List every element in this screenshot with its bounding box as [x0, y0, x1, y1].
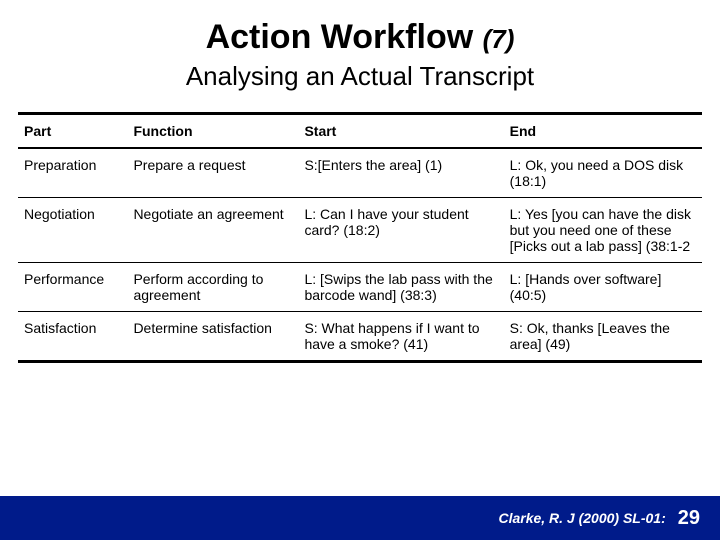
col-start: Start	[298, 115, 503, 148]
workflow-table: Part Function Start End Preparation Prep…	[18, 112, 702, 363]
table-row: Preparation Prepare a request S:[Enters …	[18, 148, 702, 198]
cell-func: Perform according to agreement	[127, 263, 298, 312]
cell-end: L: Yes [you can have the disk but you ne…	[504, 198, 702, 263]
title-number: (7)	[483, 24, 515, 54]
col-part: Part	[18, 115, 127, 148]
cell-part: Performance	[18, 263, 127, 312]
footer-citation: Clarke, R. J (2000) SL-01:	[498, 510, 665, 526]
cell-func: Negotiate an agreement	[127, 198, 298, 263]
cell-part: Satisfaction	[18, 312, 127, 361]
cell-start: L: [Swips the lab pass with the barcode …	[298, 263, 503, 312]
cell-start: L: Can I have your student card? (18:2)	[298, 198, 503, 263]
cell-func: Determine satisfaction	[127, 312, 298, 361]
table-row: Performance Perform according to agreeme…	[18, 263, 702, 312]
page-number: 29	[678, 507, 700, 530]
col-func: Function	[127, 115, 298, 148]
col-end: End	[504, 115, 702, 148]
slide-title: Action Workflow (7)	[0, 18, 720, 57]
cell-part: Preparation	[18, 148, 127, 198]
table-row: Negotiation Negotiate an agreement L: Ca…	[18, 198, 702, 263]
title-main: Action Workflow	[206, 18, 474, 56]
slide-subtitle: Analysing an Actual Transcript	[0, 61, 720, 92]
slide-footer: Clarke, R. J (2000) SL-01: 29	[0, 496, 720, 540]
cell-part: Negotiation	[18, 198, 127, 263]
cell-func: Prepare a request	[127, 148, 298, 198]
cell-end: L: Ok, you need a DOS disk (18:1)	[504, 148, 702, 198]
cell-start: S:[Enters the area] (1)	[298, 148, 503, 198]
table-header-row: Part Function Start End	[18, 115, 702, 148]
cell-start: S: What happens if I want to have a smok…	[298, 312, 503, 361]
cell-end: L: [Hands over software] (40:5)	[504, 263, 702, 312]
cell-end: S: Ok, thanks [Leaves the area] (49)	[504, 312, 702, 361]
table-row: Satisfaction Determine satisfaction S: W…	[18, 312, 702, 361]
